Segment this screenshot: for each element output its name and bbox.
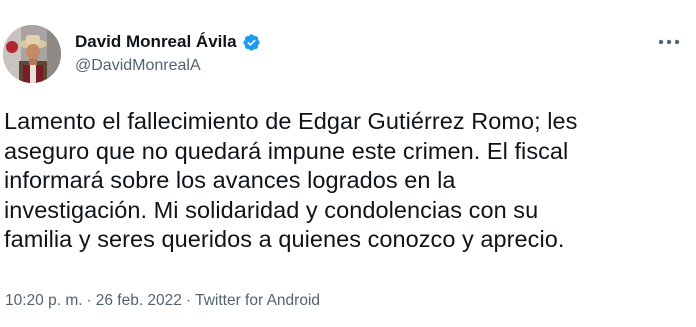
tweet-date[interactable]: 26 feb. 2022 xyxy=(96,292,182,310)
verified-badge-icon xyxy=(242,33,261,52)
author-avatar[interactable] xyxy=(3,25,61,83)
meta-separator-2: · xyxy=(185,292,192,309)
author-block: David Monreal Ávila @DavidMonrealA xyxy=(75,30,261,75)
meta-separator: · xyxy=(86,292,92,309)
author-name-row: David Monreal Ávila xyxy=(75,30,261,54)
author-handle[interactable]: @DavidMonrealA xyxy=(75,57,261,75)
tweet-text: Lamento el fallecimiento de Edgar Gutiér… xyxy=(4,108,578,252)
author-display-name[interactable]: David Monreal Ávila xyxy=(75,32,237,52)
tweet-source[interactable]: Twitter for Android xyxy=(195,292,320,310)
tweet-card: David Monreal Ávila @DavidMonrealA Lamen… xyxy=(0,0,696,327)
tweet-time[interactable]: 10:20 p. m. xyxy=(5,292,83,310)
more-options-button[interactable] xyxy=(656,32,682,52)
tweet-meta: 10:20 p. m. · 26 feb. 2022 · Twitter for… xyxy=(5,292,320,310)
more-options-icon xyxy=(658,39,680,45)
avatar-image xyxy=(3,25,61,83)
